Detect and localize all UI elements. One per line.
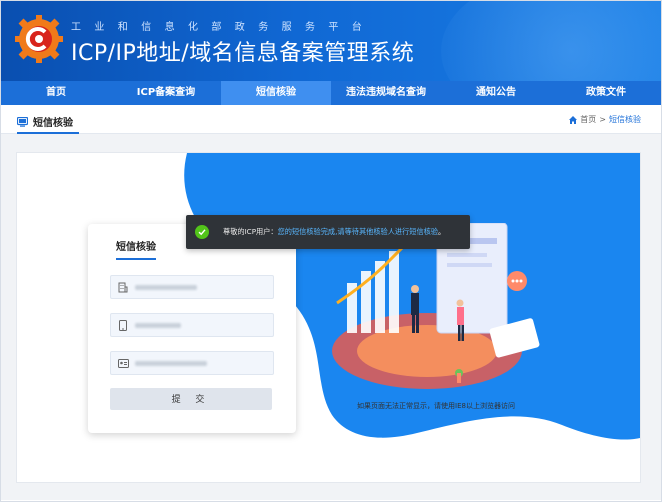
page-tab-label: 短信核验 (33, 118, 73, 129)
company-field-value-redacted (135, 284, 197, 290)
monitor-icon (17, 116, 28, 127)
ministry-logo (15, 15, 63, 63)
page-tab: 短信核验 (17, 111, 79, 134)
header-title: ICP/IP地址/域名信息备案管理系统 (71, 41, 415, 66)
breadcrumb-current: 短信核验 (609, 115, 641, 124)
nav-item-illegal-domain-query[interactable]: 违法违规域名查询 (331, 81, 441, 105)
phone-icon (111, 319, 135, 331)
phone-field-value-redacted (135, 322, 181, 328)
id-card-field[interactable] (110, 351, 274, 375)
toast-message: 尊敬的ICP用户：您的短信核验完成,请等待其他核验人进行短信核验。 (223, 227, 445, 237)
breadcrumb-bar: 短信核验 首页 > 短信核验 (1, 105, 661, 134)
company-field[interactable] (110, 275, 274, 299)
success-toast: 尊敬的ICP用户：您的短信核验完成,请等待其他核验人进行短信核验。 (186, 215, 470, 249)
breadcrumb: 首页 > 短信核验 (569, 114, 641, 125)
form-title: 短信核验 (116, 238, 156, 260)
check-circle-icon (195, 225, 209, 239)
phone-field[interactable] (110, 313, 274, 337)
toast-highlight: 您的短信核验完成,请等待其他核验人进行短信核验 (277, 227, 439, 236)
nav-item-icp-query[interactable]: ICP备案查询 (111, 81, 221, 105)
content-area: 如果页面无法正常显示，请使用IE8以上浏览器访问 短信核验 提 交 (1, 134, 661, 500)
breadcrumb-separator: > (599, 115, 606, 124)
verify-card: 如果页面无法正常显示，请使用IE8以上浏览器访问 短信核验 提 交 (16, 152, 641, 483)
header-subtitle: 工业和信息化部政务服务平台 (71, 22, 376, 33)
breadcrumb-home[interactable]: 首页 (580, 114, 596, 125)
id-card-field-value-redacted (135, 360, 207, 366)
building-icon (111, 282, 135, 293)
sms-verify-form: 短信核验 提 交 (88, 224, 296, 433)
nav-item-policy-docs[interactable]: 政策文件 (551, 81, 661, 105)
submit-button[interactable]: 提 交 (110, 388, 272, 410)
toast-suffix: 。 (438, 227, 446, 236)
id-card-icon (111, 358, 135, 368)
main-nav: 首页 ICP备案查询 短信核验 违法违规域名查询 通知公告 政策文件 (1, 81, 661, 105)
browser-compat-note: 如果页面无法正常显示，请使用IE8以上浏览器访问 (357, 402, 515, 410)
header-banner: 工业和信息化部政务服务平台 ICP/IP地址/域名信息备案管理系统 (1, 1, 661, 81)
nav-item-sms-verify[interactable]: 短信核验 (221, 81, 331, 105)
home-icon (569, 115, 578, 124)
toast-prefix: 尊敬的ICP用户： (223, 227, 278, 236)
nav-item-home[interactable]: 首页 (1, 81, 111, 105)
nav-item-notices[interactable]: 通知公告 (441, 81, 551, 105)
